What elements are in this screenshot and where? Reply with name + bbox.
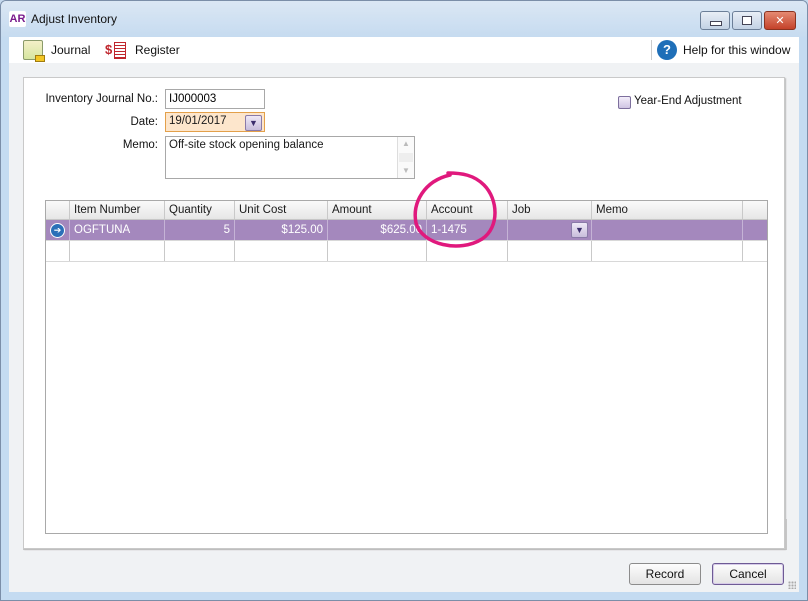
journal-no-input[interactable] xyxy=(165,89,265,109)
window-title: Adjust Inventory xyxy=(31,12,118,26)
cell-unit-cost[interactable] xyxy=(235,241,328,261)
scroll-down-icon[interactable]: ▼ xyxy=(398,164,414,178)
record-button[interactable]: Record xyxy=(629,563,701,585)
header-job[interactable]: Job xyxy=(508,201,592,219)
cell-job[interactable] xyxy=(508,241,592,261)
toolbar: Journal $ Register ? Help for this windo… xyxy=(9,37,799,64)
memo-value: Off-site stock opening balance xyxy=(169,139,324,151)
adjust-inventory-window: AR Adjust Inventory ✕ Journal $ Register… xyxy=(0,0,808,601)
header-indicator xyxy=(46,201,70,219)
title-bar[interactable]: AR Adjust Inventory ✕ xyxy=(1,1,807,37)
maximize-button[interactable] xyxy=(732,11,762,30)
cell-unit-cost[interactable]: $125.00 xyxy=(235,220,328,240)
journal-button[interactable]: Journal xyxy=(23,37,90,63)
row-indicator: ➔ xyxy=(46,220,70,240)
client-area: Inventory Journal No.: Date: 19/01/2017 … xyxy=(9,63,799,592)
cell-account[interactable]: 1-1475 xyxy=(427,220,508,240)
date-value: 19/01/2017 xyxy=(169,115,227,127)
journal-panel: Inventory Journal No.: Date: 19/01/2017 … xyxy=(23,77,785,549)
cell-item-number[interactable] xyxy=(70,241,165,261)
cell-memo[interactable] xyxy=(592,220,743,240)
current-row-arrow-icon: ➔ xyxy=(50,222,65,238)
date-label: Date: xyxy=(130,116,159,128)
table-row[interactable] xyxy=(46,241,767,262)
cell-extra xyxy=(743,241,767,261)
journal-no-label: Inventory Journal No.: xyxy=(45,93,158,105)
close-button[interactable]: ✕ xyxy=(764,11,796,30)
table-row[interactable]: ➔ OGFTUNA 5 $125.00 $625.00 1-1475 ▼ xyxy=(46,220,767,241)
memo-scrollbar[interactable]: ▲ ▼ xyxy=(397,137,414,178)
close-icon: ✕ xyxy=(775,14,785,27)
header-account[interactable]: Account xyxy=(427,201,508,219)
journal-icon xyxy=(23,40,45,62)
help-label: Help for this window xyxy=(683,43,791,57)
help-button[interactable]: ? Help for this window xyxy=(657,37,790,63)
cancel-button[interactable]: Cancel xyxy=(712,563,784,585)
header-memo[interactable]: Memo xyxy=(592,201,743,219)
cell-account[interactable] xyxy=(427,241,508,261)
cell-extra xyxy=(743,220,767,240)
scroll-thumb[interactable] xyxy=(399,153,413,162)
date-input[interactable]: 19/01/2017 ▼ xyxy=(165,112,265,132)
journal-label: Journal xyxy=(51,43,91,57)
app-logo-icon: AR xyxy=(9,11,26,27)
minimize-button[interactable] xyxy=(700,11,730,30)
cell-amount[interactable]: $625.00 xyxy=(328,220,427,240)
header-quantity[interactable]: Quantity xyxy=(165,201,235,219)
cell-item-number[interactable]: OGFTUNA xyxy=(70,220,165,240)
cell-memo[interactable] xyxy=(592,241,743,261)
job-dropdown-button[interactable]: ▼ xyxy=(571,222,588,238)
header-item-number[interactable]: Item Number xyxy=(70,201,165,219)
header-amount[interactable]: Amount xyxy=(328,201,427,219)
header-unit-cost[interactable]: Unit Cost xyxy=(235,201,328,219)
grid-header: Item Number Quantity Unit Cost Amount Ac… xyxy=(46,201,767,220)
minimize-icon xyxy=(710,21,722,26)
register-label: Register xyxy=(135,43,180,57)
maximize-icon xyxy=(742,16,752,25)
cell-amount[interactable] xyxy=(328,241,427,261)
year-end-label: Year-End Adjustment xyxy=(634,95,742,107)
toolbar-divider xyxy=(651,40,652,60)
row-indicator xyxy=(46,241,70,261)
year-end-checkbox[interactable] xyxy=(618,96,631,109)
resize-grip[interactable] xyxy=(788,581,796,589)
memo-textarea[interactable]: Off-site stock opening balance ▲ ▼ xyxy=(165,136,415,179)
cell-quantity[interactable] xyxy=(165,241,235,261)
date-picker-button[interactable]: ▼ xyxy=(245,115,262,131)
items-grid: Item Number Quantity Unit Cost Amount Ac… xyxy=(45,200,768,534)
register-button[interactable]: $ Register xyxy=(105,37,180,63)
register-icon: $ xyxy=(105,41,127,59)
help-icon: ? xyxy=(657,40,677,60)
memo-label: Memo: xyxy=(122,139,158,151)
header-extra xyxy=(743,201,767,219)
cell-quantity[interactable]: 5 xyxy=(165,220,235,240)
scroll-up-icon[interactable]: ▲ xyxy=(398,137,414,151)
cell-job[interactable]: ▼ xyxy=(508,220,592,240)
